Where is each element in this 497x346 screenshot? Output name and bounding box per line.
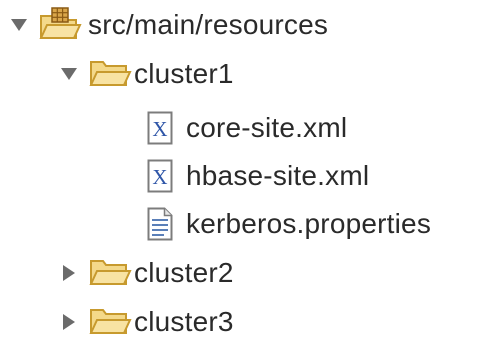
tree-item-label: core-site.xml (186, 112, 348, 143)
xml-file-icon: X (146, 111, 174, 145)
tree-item-kerberos-properties[interactable]: kerberos.properties (0, 200, 431, 248)
properties-file-icon (146, 207, 174, 241)
collapsed-triangle-icon[interactable] (58, 311, 80, 333)
expanded-triangle-icon[interactable] (8, 14, 30, 36)
expanded-triangle-icon[interactable] (58, 63, 80, 85)
folder-open-icon (88, 58, 132, 90)
tree-item-label: cluster3 (134, 306, 234, 337)
tree-item-label: cluster1 (134, 58, 234, 89)
tree-item-label: kerberos.properties (186, 208, 432, 239)
tree-item-cluster1[interactable]: cluster1 (0, 50, 234, 98)
svg-text:X: X (152, 165, 167, 189)
collapsed-triangle-icon[interactable] (58, 262, 80, 284)
source-folder-icon (38, 7, 82, 43)
tree-item-label: src/main/resources (88, 9, 329, 40)
tree-item-cluster2[interactable]: cluster2 (0, 249, 234, 297)
folder-open-icon (88, 306, 132, 338)
tree-item-core-site-xml[interactable]: X core-site.xml (0, 104, 347, 152)
tree-item-src-main-resources[interactable]: src/main/resources (0, 1, 328, 49)
xml-file-icon: X (146, 159, 174, 193)
folder-open-icon (88, 257, 132, 289)
tree-item-label: cluster2 (134, 257, 234, 288)
tree-item-hbase-site-xml[interactable]: X hbase-site.xml (0, 152, 369, 200)
tree-item-label: hbase-site.xml (186, 160, 370, 191)
svg-text:X: X (152, 117, 167, 141)
project-tree: src/main/resources cluster1 X core-site.… (0, 0, 497, 341)
tree-item-cluster3[interactable]: cluster3 (0, 298, 234, 346)
